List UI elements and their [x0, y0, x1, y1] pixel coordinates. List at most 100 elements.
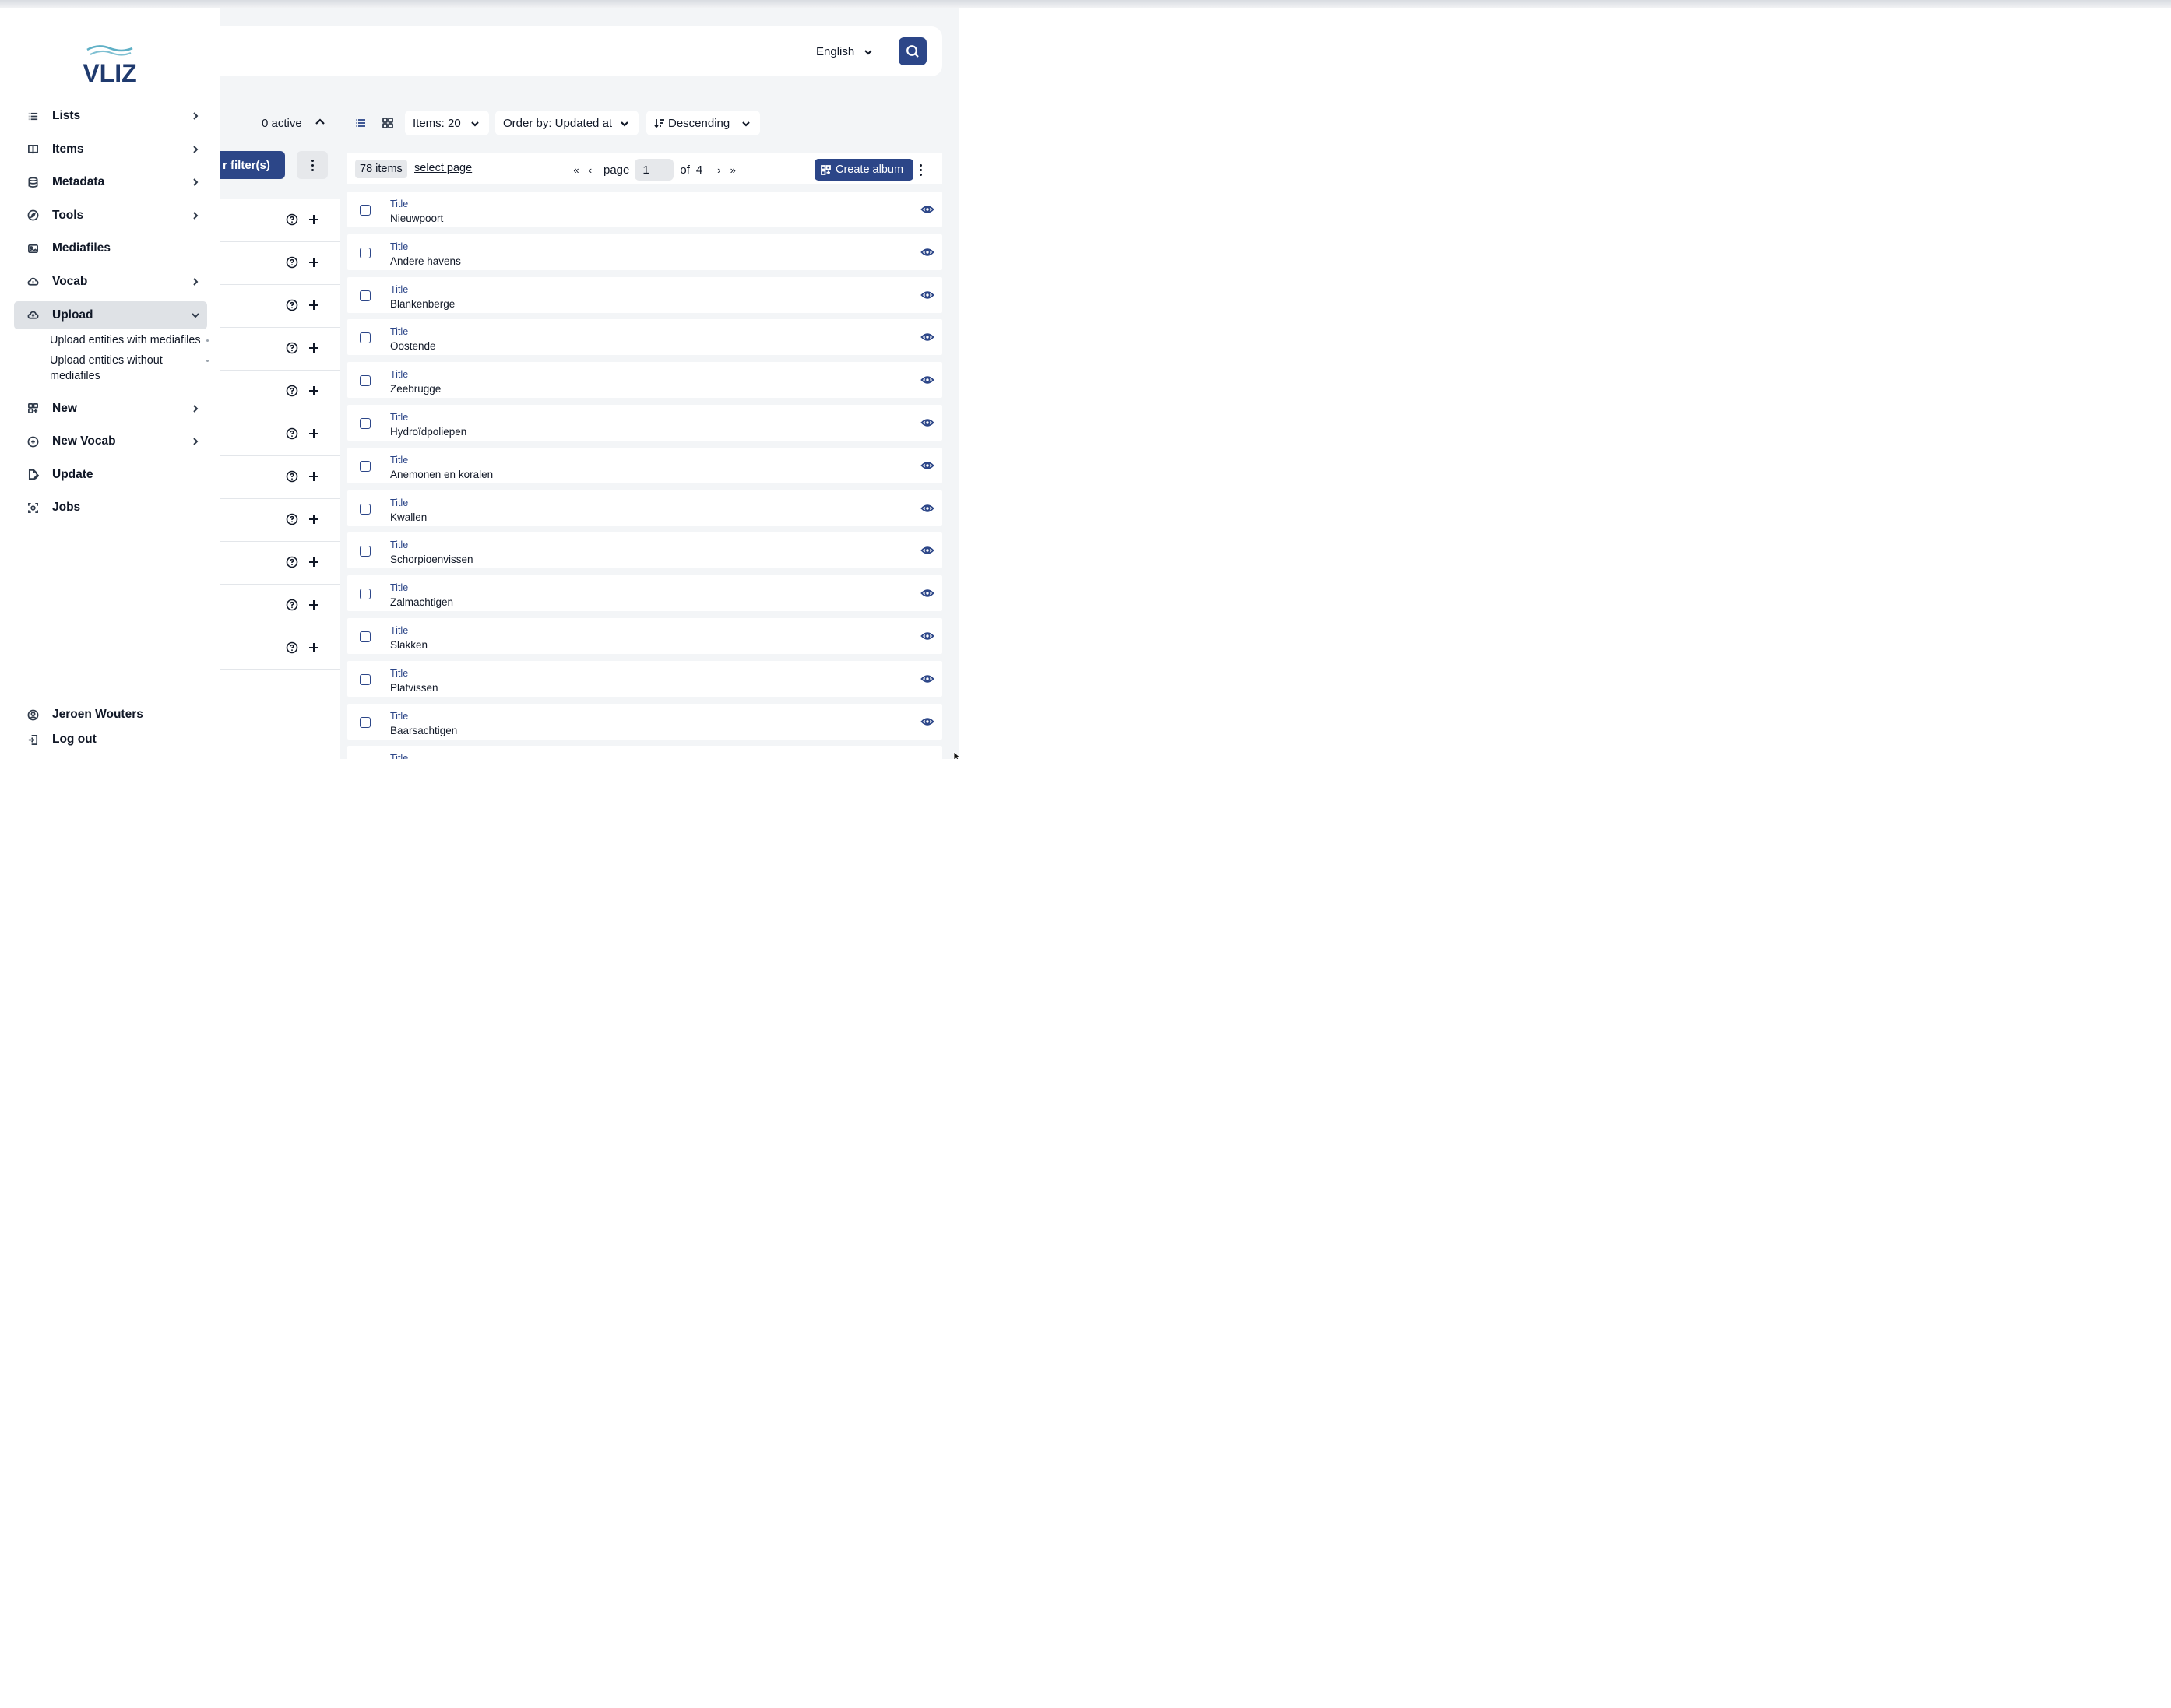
order-by-select[interactable]: Order by: Updated at — [495, 111, 639, 135]
sidebar-item-new-vocab[interactable]: New Vocab — [14, 427, 207, 455]
plus-icon[interactable] — [308, 299, 320, 311]
row-checkbox[interactable] — [360, 589, 371, 600]
grid-view-button[interactable] — [377, 111, 399, 135]
row-checkbox[interactable] — [360, 460, 371, 472]
eye-icon[interactable] — [920, 203, 934, 216]
items-per-page-select[interactable]: Items: 20 — [405, 111, 489, 135]
sidebar-item-items[interactable]: Items — [14, 135, 207, 163]
help-circle-icon[interactable] — [286, 342, 298, 354]
select-page-link[interactable]: select page — [414, 162, 472, 174]
upload-submenu-item[interactable]: Upload entities with mediafiles — [50, 332, 213, 353]
vliz-logo[interactable]: VLIZ — [81, 42, 139, 87]
row-checkbox[interactable] — [360, 290, 371, 301]
plus-icon[interactable] — [308, 342, 320, 354]
help-circle-icon[interactable] — [286, 556, 298, 568]
upload-submenu-item[interactable]: Upload entities without mediafiles — [50, 353, 213, 388]
eye-icon[interactable] — [920, 246, 934, 258]
eye-icon[interactable] — [920, 757, 934, 759]
plus-icon[interactable] — [308, 599, 320, 611]
search-button[interactable] — [899, 37, 927, 65]
chevron-up-icon[interactable] — [315, 117, 325, 128]
table-row[interactable]: Title Blankenberge — [347, 276, 942, 313]
filter-row — [220, 542, 340, 585]
plus-icon[interactable] — [308, 513, 320, 525]
eye-icon[interactable] — [920, 544, 934, 557]
sidebar-item-update[interactable]: Update — [14, 461, 207, 489]
row-checkbox[interactable] — [360, 247, 371, 258]
eye-icon[interactable] — [920, 630, 934, 642]
apply-filters-button[interactable]: r filter(s) — [220, 151, 285, 179]
table-row[interactable]: Title Zeebrugge — [347, 362, 942, 399]
eye-icon[interactable] — [920, 331, 934, 343]
eye-icon[interactable] — [920, 289, 934, 301]
sidebar-item-metadata[interactable]: Metadata — [14, 168, 207, 196]
table-row[interactable]: Title Baarsachtigen — [347, 703, 942, 740]
help-circle-icon[interactable] — [286, 513, 298, 525]
help-circle-icon[interactable] — [286, 299, 298, 311]
table-row[interactable]: Title Anemonen en koralen — [347, 447, 942, 483]
user-profile[interactable]: Jeroen Wouters — [14, 701, 207, 729]
table-row[interactable]: Title Kwallen — [347, 490, 942, 526]
table-row[interactable]: Title Platvissen — [347, 660, 942, 697]
table-row[interactable]: Title Andere havens — [347, 234, 942, 270]
sidebar-item-tools[interactable]: Tools — [14, 202, 207, 230]
eye-icon[interactable] — [920, 416, 934, 429]
row-checkbox[interactable] — [360, 332, 371, 344]
help-circle-icon[interactable] — [286, 385, 298, 397]
sidebar-item-vocab[interactable]: Vocab — [14, 268, 207, 296]
first-page-button[interactable]: « — [569, 164, 583, 176]
plus-icon[interactable] — [308, 213, 320, 226]
next-page-button[interactable]: › — [712, 164, 726, 176]
row-checkbox[interactable] — [360, 673, 371, 685]
eye-icon[interactable] — [920, 673, 934, 685]
filter-options-button[interactable] — [297, 151, 328, 179]
row-checkbox[interactable] — [360, 716, 371, 728]
eye-icon[interactable] — [920, 502, 934, 515]
list-view-button[interactable] — [350, 111, 371, 135]
help-circle-icon[interactable] — [286, 599, 298, 611]
row-checkbox[interactable] — [360, 631, 371, 642]
row-checkbox[interactable] — [360, 546, 371, 557]
table-row[interactable]: Title Zalmachtigen — [347, 575, 942, 612]
prev-page-button[interactable]: ‹ — [583, 164, 597, 176]
sidebar-item-lists[interactable]: Lists — [14, 102, 207, 130]
sidebar-item-upload[interactable]: Upload — [14, 300, 207, 329]
create-album-button[interactable]: Create album — [815, 159, 914, 181]
page-number-input[interactable] — [635, 159, 674, 181]
help-circle-icon[interactable] — [286, 213, 298, 226]
plus-icon[interactable] — [308, 470, 320, 483]
eye-icon[interactable] — [920, 374, 934, 386]
eye-icon[interactable] — [920, 587, 934, 599]
sort-direction-select[interactable]: Descending — [646, 111, 760, 135]
row-checkbox[interactable] — [360, 503, 371, 515]
plus-icon[interactable] — [308, 427, 320, 440]
field-label: Title — [390, 411, 409, 423]
table-row[interactable]: Title Hydroïdpoliepen — [347, 404, 942, 441]
plus-icon[interactable] — [308, 556, 320, 568]
last-page-button[interactable]: » — [726, 164, 740, 176]
table-row[interactable]: Title Nieuwpoort — [347, 192, 942, 227]
sidebar-item-mediafiles[interactable]: Mediafiles — [14, 234, 207, 262]
logout-button[interactable]: Log out — [14, 726, 207, 754]
results-options-button[interactable] — [911, 159, 930, 181]
table-row[interactable]: Title Slakken — [347, 617, 942, 654]
row-checkbox[interactable] — [360, 205, 371, 216]
help-circle-icon[interactable] — [286, 470, 298, 483]
plus-icon[interactable] — [308, 641, 320, 654]
row-checkbox[interactable] — [360, 417, 371, 429]
help-circle-icon[interactable] — [286, 427, 298, 440]
row-checkbox[interactable] — [360, 375, 371, 387]
table-row[interactable]: Title Oostende — [347, 319, 942, 356]
table-row[interactable]: Title Schorpioenvissen — [347, 532, 942, 569]
help-circle-icon[interactable] — [286, 256, 298, 269]
help-circle-icon[interactable] — [286, 641, 298, 654]
eye-icon[interactable] — [920, 459, 934, 472]
language-select[interactable]: English — [816, 39, 873, 64]
plus-icon[interactable] — [308, 385, 320, 397]
field-label: Title — [390, 497, 409, 508]
plus-icon[interactable] — [308, 256, 320, 269]
sidebar-item-jobs[interactable]: Jobs — [14, 494, 207, 522]
sidebar-item-new[interactable]: New — [14, 395, 207, 423]
table-row[interactable]: Title — [347, 746, 942, 759]
eye-icon[interactable] — [920, 715, 934, 728]
